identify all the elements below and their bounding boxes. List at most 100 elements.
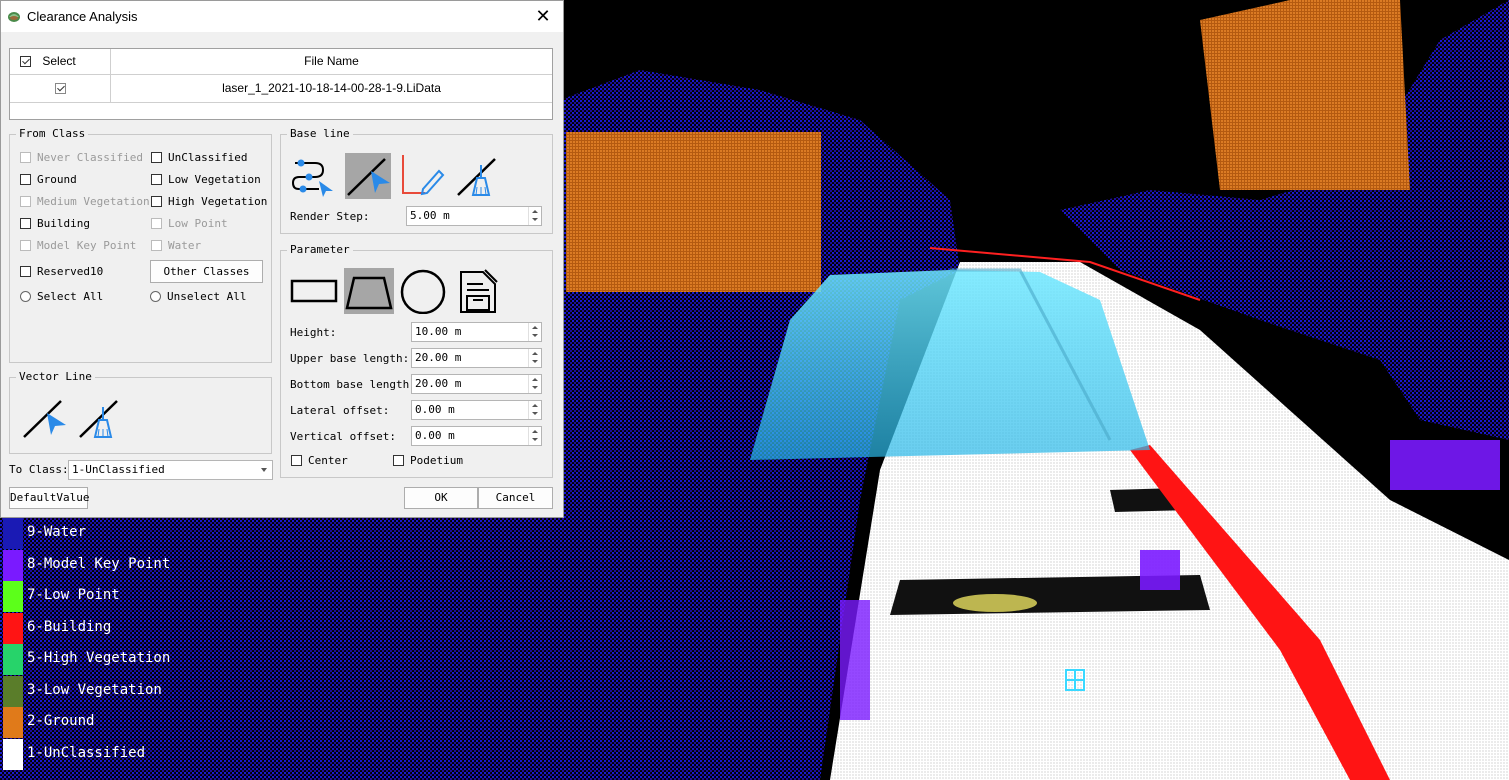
param-value: 0.00 m	[415, 403, 455, 416]
param-input[interactable]: 20.00 m	[411, 348, 542, 368]
class-checkbox-high-vegetation[interactable]: High Vegetation	[151, 195, 267, 208]
param-input[interactable]: 10.00 m	[411, 322, 542, 342]
class-checkbox-model-key-point: Model Key Point	[20, 239, 136, 252]
checkbox-box	[20, 174, 31, 185]
podetium-checkbox[interactable]: Podetium	[393, 454, 463, 467]
class-checkbox-medium-vegetation: Medium Vegetation	[20, 195, 150, 208]
rectangle-shape-icon[interactable]	[289, 268, 339, 314]
legend-label: 1-UnClassified	[27, 744, 146, 761]
param-input[interactable]: 0.00 m	[411, 400, 542, 420]
draw-line-icon[interactable]	[345, 153, 391, 199]
other-classes-button[interactable]: Other Classes	[150, 260, 263, 283]
center-checkbox[interactable]: Center	[291, 454, 348, 467]
class-checkbox-ground[interactable]: Ground	[20, 173, 77, 186]
checkbox-box	[20, 196, 31, 207]
to-class-label: To Class:	[9, 463, 69, 476]
select-all-checkbox[interactable]	[20, 56, 31, 68]
checkbox-box	[151, 174, 162, 185]
param-label: Upper base length:	[290, 352, 410, 365]
param-input[interactable]: 0.00 m	[411, 426, 542, 446]
legend-swatch	[3, 549, 23, 581]
param-value: 20.00 m	[415, 351, 462, 364]
legend-label: 9-Water	[27, 524, 87, 540]
spin-arrows-icon[interactable]	[528, 207, 541, 225]
close-icon: ✕	[535, 6, 551, 26]
radio-circle	[150, 291, 161, 302]
legend-item: 5-High Vegetation	[0, 644, 200, 675]
center-label: Center	[308, 454, 348, 467]
clear-line-icon[interactable]	[77, 395, 123, 441]
select-all-label: Select All	[37, 290, 104, 303]
cancel-button[interactable]: Cancel	[478, 487, 553, 509]
spin-arrows-icon[interactable]	[528, 375, 541, 393]
legend-swatch	[3, 612, 23, 644]
ok-button[interactable]: OK	[404, 487, 478, 509]
class-checkbox-never-classified: Never Classified	[20, 151, 143, 164]
legend-item: 1-UnClassified	[0, 738, 200, 770]
parameter-title: Parameter	[287, 243, 353, 256]
legend-label: 3-Low Vegetation	[27, 681, 162, 698]
route-select-icon[interactable]	[289, 153, 335, 199]
checkbox-box	[20, 218, 31, 229]
render-step-input[interactable]: 5.00 m	[406, 206, 542, 226]
clearance-analysis-dialog: Clearance Analysis ✕ Select File Name la…	[0, 0, 564, 518]
radio-circle	[20, 291, 31, 302]
class-label: Water	[168, 239, 202, 252]
param-label: Bottom base length:	[290, 378, 416, 391]
spin-arrows-icon[interactable]	[528, 401, 541, 419]
table-row-select-cell[interactable]	[10, 75, 111, 103]
param-input[interactable]: 20.00 m	[411, 374, 542, 394]
param-label: Lateral offset:	[290, 404, 390, 417]
checkbox-box	[20, 152, 31, 163]
dialog-title: Clearance Analysis	[27, 9, 138, 24]
title-bar[interactable]: Clearance Analysis ✕	[1, 1, 563, 32]
select-all-radio[interactable]: Select All	[20, 290, 103, 303]
column-header-file-name[interactable]: File Name	[111, 49, 552, 75]
legend-item: 7-Low Point	[0, 581, 200, 612]
param-value: 0.00 m	[415, 429, 455, 442]
trapezoid-shape-icon[interactable]	[344, 268, 394, 314]
draw-line-icon[interactable]	[21, 395, 67, 441]
legend-swatch	[3, 738, 23, 770]
class-label: Model Key Point	[37, 239, 137, 252]
legend-item: 9-Water	[0, 518, 200, 549]
edit-line-icon[interactable]	[399, 153, 445, 199]
legend-swatch	[3, 707, 23, 738]
param-label: Height:	[290, 326, 337, 339]
save-template-icon[interactable]	[455, 268, 501, 314]
param-label: Vertical offset:	[290, 430, 396, 443]
default-value-button[interactable]: DefaultValue	[9, 487, 89, 509]
class-checkbox-unclassified[interactable]: UnClassified	[151, 151, 247, 164]
class-label: Never Classified	[37, 151, 143, 164]
clear-line-icon[interactable]	[455, 153, 501, 199]
to-class-select[interactable]: 1-UnClassified	[68, 460, 273, 480]
table-row-file-cell[interactable]: laser_1_2021-10-18-14-00-28-1-9.LiData	[111, 75, 552, 103]
checkbox-box	[291, 455, 302, 466]
column-header-select[interactable]: Select	[10, 49, 111, 75]
checkbox-box	[151, 196, 162, 207]
file-name: laser_1_2021-10-18-14-00-28-1-9.LiData	[222, 81, 441, 95]
close-button[interactable]: ✕	[523, 1, 563, 32]
legend-swatch	[3, 675, 23, 707]
select-header-label: Select	[42, 54, 76, 68]
unselect-all-radio[interactable]: Unselect All	[150, 290, 246, 303]
class-checkbox-water: Water	[151, 239, 201, 252]
class-checkbox-low-point: Low Point	[151, 217, 228, 230]
row-checkbox[interactable]	[54, 83, 66, 95]
class-label: UnClassified	[168, 151, 248, 164]
legend-item: 2-Ground	[0, 707, 200, 738]
circle-shape-icon[interactable]	[398, 268, 448, 315]
class-label: Low Vegetation	[168, 173, 261, 186]
class-checkbox-reserved10[interactable]: Reserved10	[20, 265, 103, 278]
podetium-label: Podetium	[410, 454, 463, 467]
spin-arrows-icon[interactable]	[528, 349, 541, 367]
spin-arrows-icon[interactable]	[528, 323, 541, 341]
class-checkbox-low-vegetation[interactable]: Low Vegetation	[151, 173, 261, 186]
class-label: Reserved10	[37, 265, 104, 278]
class-label: Ground	[37, 173, 77, 186]
checkbox-box	[393, 455, 404, 466]
class-checkbox-building[interactable]: Building	[20, 217, 90, 230]
spin-arrows-icon[interactable]	[528, 427, 541, 445]
class-label: Low Point	[168, 217, 228, 230]
checkbox-box	[20, 266, 31, 277]
